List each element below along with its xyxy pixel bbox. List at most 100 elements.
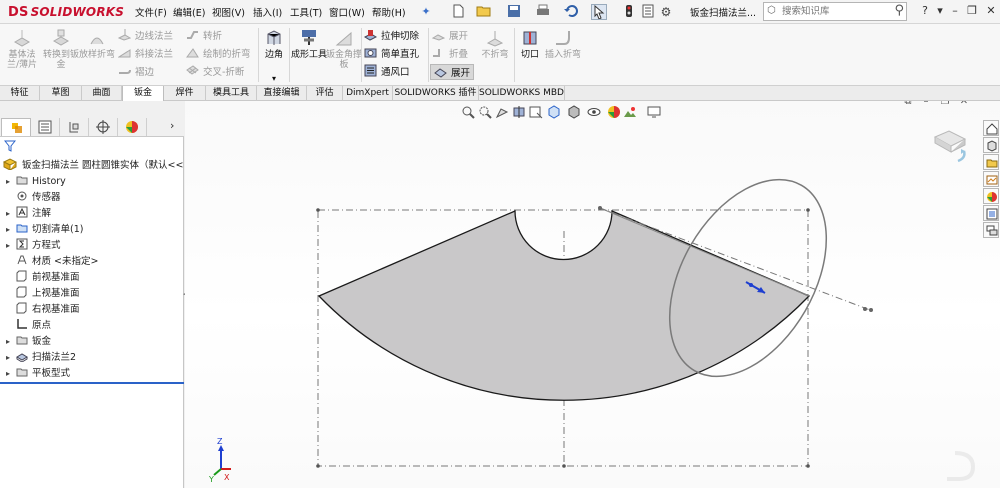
- extruded-cut-label: 拉伸切除: [381, 31, 420, 42]
- print-icon[interactable]: [535, 4, 551, 20]
- tree-item-cut-list[interactable]: ▸ 切割清单(1): [6, 222, 83, 237]
- extruded-cut-button[interactable]: 拉伸切除: [363, 28, 420, 44]
- feature-manager-tab[interactable]: [1, 118, 31, 136]
- design-library-tab[interactable]: [983, 137, 999, 153]
- save-icon[interactable]: [506, 4, 522, 20]
- tree-item-origin[interactable]: ▸原点: [6, 318, 51, 333]
- forming-tool-button[interactable]: 成形工具: [290, 26, 328, 60]
- corner-dropdown[interactable]: ▾: [259, 74, 289, 84]
- help-button[interactable]: ?: [917, 3, 933, 19]
- lofted-bend-button[interactable]: 放样折弯: [78, 26, 116, 60]
- tree-item-sensors[interactable]: ▸传感器: [6, 190, 61, 205]
- expand-arrow-icon[interactable]: ▸: [6, 238, 16, 253]
- property-manager-tab[interactable]: [30, 118, 60, 136]
- model-canvas[interactable]: Z X Y: [185, 101, 1000, 488]
- flat-pattern-face[interactable]: [317, 210, 811, 401]
- sheet-gusset-button[interactable]: 钣金角撑板: [325, 26, 363, 70]
- convert-to-sheet-button[interactable]: 转换到钣金: [42, 26, 80, 70]
- custom-properties-tab[interactable]: [983, 205, 999, 221]
- hem-button[interactable]: 褶边: [118, 64, 154, 80]
- edge-flange-button[interactable]: 边线法兰: [117, 28, 173, 44]
- display-manager-tab[interactable]: [117, 118, 147, 136]
- simple-hole-button[interactable]: 简单直孔: [364, 46, 419, 62]
- restore-button[interactable]: ❐: [964, 3, 980, 19]
- file-explorer-tab[interactable]: [983, 154, 999, 170]
- expand-arrow-icon[interactable]: ▸: [6, 334, 16, 349]
- tree-item-sheet-metal[interactable]: ▸ 钣金: [6, 334, 51, 349]
- rollback-bar[interactable]: [0, 382, 184, 384]
- menu-edit[interactable]: 编辑(E): [173, 5, 205, 19]
- tree-item-annotations[interactable]: ▸ 注解: [6, 206, 51, 221]
- help-dropdown-button[interactable]: ▾: [932, 3, 948, 19]
- new-document-icon[interactable]: [450, 4, 466, 20]
- file-properties-icon[interactable]: [640, 4, 656, 20]
- search-box[interactable]: ⬡ ⚲: [763, 2, 907, 21]
- tab-direct-editing[interactable]: 直接编辑: [257, 86, 307, 101]
- tab-solidworks-mbd[interactable]: SOLIDWORKS MBD: [479, 86, 565, 101]
- tree-item-material[interactable]: ▸材质 <未指定>: [6, 254, 98, 269]
- insert-bends-button[interactable]: 插入折弯: [544, 26, 582, 60]
- cross-break-button[interactable]: 交叉-折断: [186, 64, 244, 80]
- expand-arrow-icon[interactable]: ▸: [6, 366, 16, 381]
- flatten-button[interactable]: 展开: [430, 64, 475, 80]
- expand-arrow-icon[interactable]: ▸: [6, 350, 16, 365]
- search-icon[interactable]: ⚲: [894, 3, 904, 18]
- corner-button[interactable]: 边角 ▾: [259, 26, 289, 84]
- jog-button[interactable]: 转折: [186, 28, 222, 44]
- tab-sheet-metal[interactable]: 钣金: [122, 86, 164, 101]
- solidworks-logo[interactable]: DS SOLIDWORKS: [8, 4, 124, 20]
- expand-arrow-icon[interactable]: ▸: [6, 222, 16, 237]
- expand-arrow-icon[interactable]: ▸: [6, 174, 16, 189]
- undo-icon[interactable]: [563, 4, 579, 20]
- tab-mold-tools[interactable]: 模具工具: [206, 86, 257, 101]
- tab-surfaces[interactable]: 曲面: [82, 86, 122, 101]
- tree-item-front-plane[interactable]: ▸前视基准面: [6, 270, 80, 285]
- expand-arrow-icon[interactable]: ▸: [6, 206, 16, 221]
- menu-window[interactable]: 窗口(W): [329, 5, 365, 19]
- tab-dimxpert[interactable]: DimXpert: [343, 86, 393, 101]
- dimxpert-manager-tab[interactable]: [88, 118, 118, 136]
- sketched-bend-button[interactable]: 绘制的折弯: [186, 46, 251, 62]
- configuration-manager-tab[interactable]: [59, 118, 89, 136]
- unfold-small-button[interactable]: 展开: [431, 28, 468, 44]
- tree-item-swept-flange[interactable]: ▸ 扫描法兰2: [6, 350, 76, 365]
- base-flange-button[interactable]: 基体法兰/薄片: [3, 26, 41, 70]
- open-folder-icon[interactable]: [476, 4, 492, 20]
- menu-insert[interactable]: 插入(I): [253, 5, 282, 19]
- view-palette-tab[interactable]: [983, 171, 999, 187]
- no-bends-button[interactable]: 不折弯: [476, 26, 514, 60]
- tab-sketch[interactable]: 草图: [40, 86, 82, 101]
- fold-small-button[interactable]: 折叠: [432, 46, 468, 62]
- options-gear-icon[interactable]: ⚙: [658, 4, 674, 20]
- view-cube-icon[interactable]: [933, 130, 967, 163]
- pin-icon[interactable]: ✦: [418, 4, 434, 20]
- solidworks-resources-tab[interactable]: [983, 120, 999, 136]
- tree-item-flat-pattern[interactable]: ▸ 平板型式: [6, 366, 70, 381]
- filter-icon[interactable]: [4, 140, 16, 152]
- miter-flange-button[interactable]: 斜接法兰: [117, 46, 173, 62]
- select-cursor-icon[interactable]: [591, 4, 607, 20]
- tree-item-right-plane[interactable]: ▸右视基准面: [6, 302, 80, 317]
- traffic-light-icon[interactable]: [621, 4, 637, 20]
- tab-features[interactable]: 特征: [0, 86, 40, 101]
- tab-evaluate[interactable]: 评估: [307, 86, 343, 101]
- menu-tools[interactable]: 工具(T): [290, 5, 322, 19]
- minimize-button[interactable]: –: [947, 3, 963, 19]
- menu-help[interactable]: 帮助(H): [372, 5, 406, 19]
- tree-root-part[interactable]: 钣金扫描法兰 圆柱圆锥实体（默认<<默认: [3, 158, 183, 172]
- forum-tab[interactable]: [983, 222, 999, 238]
- search-input[interactable]: [782, 5, 886, 18]
- graphics-area[interactable]: ⧉ – ❐ ✕ Z X Y: [185, 101, 1000, 488]
- tab-solidworks-addins[interactable]: SOLIDWORKS 插件: [393, 86, 479, 101]
- tree-item-history[interactable]: ▸ History: [6, 174, 66, 189]
- rip-button[interactable]: 切口: [515, 26, 545, 60]
- close-button[interactable]: ✕: [983, 3, 999, 19]
- tab-weldments[interactable]: 焊件: [164, 86, 206, 101]
- tree-item-equations[interactable]: ▸ 方程式: [6, 238, 61, 253]
- menu-view[interactable]: 视图(V): [212, 5, 245, 19]
- appearances-tab[interactable]: [983, 188, 999, 204]
- vent-button[interactable]: 通风口: [364, 64, 410, 80]
- menu-file[interactable]: 文件(F): [135, 5, 167, 19]
- panel-scroll-right[interactable]: ›: [170, 119, 174, 132]
- tree-item-top-plane[interactable]: ▸上视基准面: [6, 286, 80, 301]
